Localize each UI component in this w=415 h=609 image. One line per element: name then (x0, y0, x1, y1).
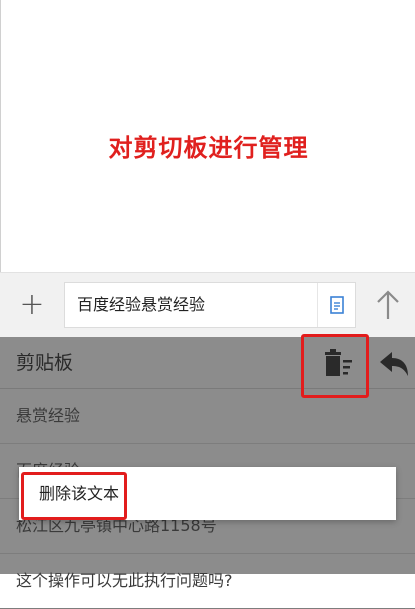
trash-highlight-box (301, 334, 369, 398)
delete-highlight-box (21, 472, 127, 520)
arrow-up-icon[interactable] (372, 287, 404, 323)
clipboard-icon[interactable] (330, 296, 344, 314)
field-divider (317, 283, 318, 327)
input-bar: + 百度经验悬赏经验 (0, 272, 415, 337)
clipboard-item[interactable]: 这个操作可以无此执行问题吗? (0, 554, 415, 609)
annotation-headline: 对剪切板进行管理 (108, 134, 309, 162)
reply-icon[interactable] (378, 350, 410, 378)
content-area: 对剪切板进行管理 (0, 0, 415, 272)
text-input[interactable]: 百度经验悬赏经验 (64, 282, 356, 328)
text-input-value: 百度经验悬赏经验 (77, 295, 206, 314)
clipboard-title: 剪贴板 (16, 352, 74, 374)
plus-icon[interactable]: + (14, 285, 50, 325)
